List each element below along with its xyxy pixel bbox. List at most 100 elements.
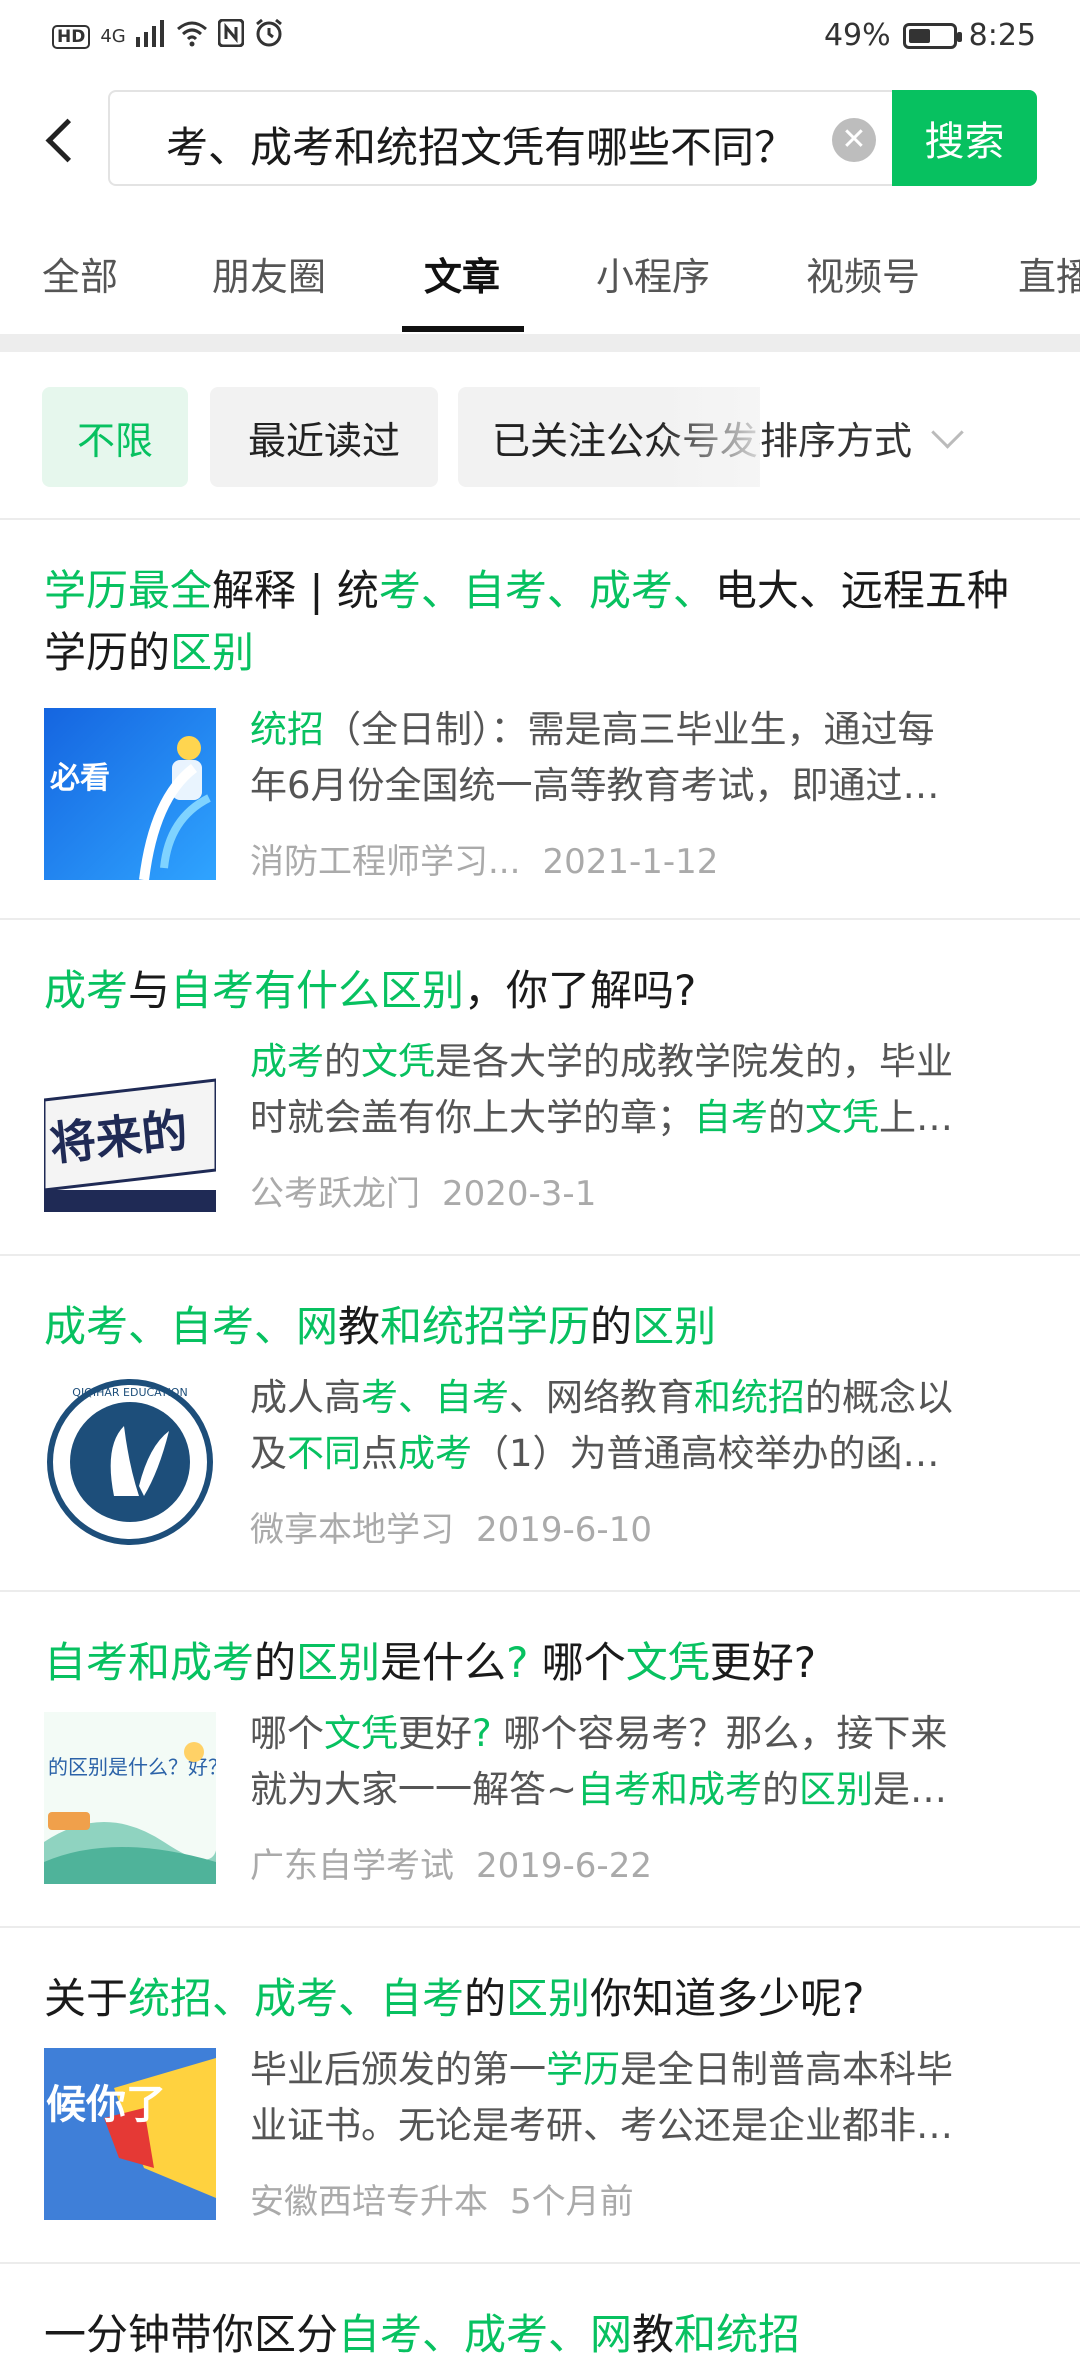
- section-divider: [0, 334, 1080, 352]
- text-segment: 的概念以: [805, 1376, 953, 1419]
- highlight-text: 和统招: [694, 1376, 805, 1419]
- result-source[interactable]: 微享本地学习: [250, 1510, 454, 1550]
- filter-chip-any[interactable]: 不限: [42, 387, 188, 487]
- result-date: 2021-1-12: [542, 842, 719, 882]
- highlight-text: 考、自考: [361, 1376, 509, 1419]
- snippet-line: 毕业后颁发的第一学历是全日制普高本科毕: [250, 2042, 1030, 2098]
- status-left: HD 4G: [52, 18, 284, 55]
- result-thumbnail: 必看: [44, 708, 216, 880]
- filter-chip-recently-read[interactable]: 最近读过: [210, 387, 438, 487]
- text-segment: 你知道多少呢?: [590, 1974, 865, 2023]
- text-segment: 一分钟带你区分: [44, 2310, 339, 2359]
- highlight-text: 文凭: [324, 1712, 398, 1755]
- result-title[interactable]: 成考与自考有什么区别，你了解吗?: [44, 960, 1034, 1022]
- text-segment: 与: [128, 966, 171, 1015]
- back-arrow-icon[interactable]: [30, 110, 90, 170]
- text-segment: （1）为普通高校举办的函…: [472, 1432, 940, 1475]
- result-date: 2019-6-10: [476, 1510, 652, 1550]
- highlight-text: 区别: [799, 1768, 874, 1811]
- network-4g-label: 4G: [100, 26, 126, 47]
- result-snippet: 成考的文凭是各大学的成教学院发的，毕业 时就会盖有你上大学的章；自考的文凭上…: [250, 1034, 1030, 1146]
- thumb-text: 候你了: [46, 2082, 166, 2128]
- text-segment: 关于: [44, 1974, 129, 2023]
- battery-icon: [902, 22, 962, 49]
- filter-chip-followed-accounts[interactable]: 已关注公众号发布: [458, 387, 778, 487]
- result-item[interactable]: 自考和成考的区别是什么? 哪个文凭更好? 的区别是什么？好？ 哪个文凭更好? 哪…: [0, 1590, 1080, 1928]
- text-segment: 的: [254, 1638, 297, 1687]
- result-item[interactable]: 成考与自考有什么区别，你了解吗? 将来的 成考的文凭是各大学的成教学院发的，毕业…: [0, 918, 1080, 1256]
- snippet-line: 年6月份全国统一高等教育考试，即通过…: [250, 758, 1030, 814]
- result-source[interactable]: 安徽西培专升本: [250, 2182, 488, 2222]
- highlight-text: ?: [506, 1638, 529, 1687]
- result-item[interactable]: 成考、自考、网教和统招学历的区别 QIQIHAR EDUCATION 成人高考、…: [0, 1254, 1080, 1592]
- search-input[interactable]: 考、成考和统招文凭有哪些不同？ ✕: [108, 90, 896, 186]
- result-source[interactable]: 公考跃龙门: [250, 1174, 420, 1214]
- result-meta: 广东自学考试 2019-6-22: [250, 1838, 652, 1887]
- result-snippet: 统招（全日制）：需是高三毕业生，通过每 年6月份全国统一高等教育考试，即通过…: [250, 702, 1030, 814]
- result-title[interactable]: 关于统招、成考、自考的区别你知道多少呢?: [44, 1968, 1034, 2030]
- tab-articles[interactable]: 文章: [424, 246, 500, 301]
- result-thumbnail: 的区别是什么？好？: [44, 1712, 216, 1884]
- result-meta: 安徽西培专升本 5个月前: [250, 2174, 634, 2223]
- tab-live[interactable]: 直播: [1018, 246, 1080, 301]
- highlight-text: 区别: [506, 1974, 591, 2023]
- highlight-text: 学历: [546, 2048, 620, 2091]
- text-segment: 的: [768, 1096, 805, 1139]
- result-date: 2020-3-1: [442, 1174, 597, 1214]
- result-item[interactable]: 学历最全解释 | 统考、自考、成考、电大、远程五种学历的区别 必看 统招（全日制…: [0, 518, 1080, 882]
- search-header: 考、成考和统招文凭有哪些不同？ ✕ 搜索: [0, 90, 1080, 190]
- result-snippet: 成人高考、自考、网络教育和统招的概念以 及不同点成考（1）为普通高校举办的函…: [250, 1370, 1030, 1482]
- result-title[interactable]: 一分钟带你区分自考、成考、网教和统招: [44, 2304, 1034, 2366]
- hd-badge: HD: [52, 24, 91, 49]
- highlight-text: 区别: [170, 628, 255, 677]
- result-item[interactable]: 一分钟带你区分自考、成考、网教和统招: [0, 2262, 1080, 2359]
- text-segment: 年6月份全国统一高等教育考试，即通过…: [250, 764, 940, 807]
- text-segment: 哪个: [528, 1638, 626, 1687]
- text-segment: 业证书。无论是考研、考公还是企业都非…: [250, 2104, 953, 2147]
- result-meta: 公考跃龙门 2020-3-1: [250, 1166, 596, 1215]
- highlight-text: 自考和成考: [44, 1638, 255, 1687]
- text-segment: 及: [250, 1432, 287, 1475]
- result-source[interactable]: 消防工程师学习...: [250, 842, 520, 882]
- text-segment: ，你了解吗?: [464, 966, 697, 1015]
- result-title[interactable]: 成考、自考、网教和统招学历的区别: [44, 1296, 1034, 1358]
- tab-mini-programs[interactable]: 小程序: [596, 246, 710, 301]
- highlight-text: 自考和成考: [577, 1768, 763, 1811]
- result-source[interactable]: 广东自学考试: [250, 1846, 454, 1886]
- text-segment: 就为大家一一解答~: [250, 1768, 578, 1811]
- snippet-line: 成考的文凭是各大学的成教学院发的，毕业: [250, 1034, 1030, 1090]
- chevron-down-icon: [931, 415, 964, 449]
- result-title[interactable]: 自考和成考的区别是什么? 哪个文凭更好?: [44, 1632, 1034, 1694]
- clear-icon[interactable]: ✕: [832, 118, 876, 162]
- highlight-text: 成考: [44, 966, 129, 1015]
- snippet-line: 时就会盖有你上大学的章；自考的文凭上…: [250, 1090, 1030, 1146]
- highlight-text: 学历最全: [44, 566, 213, 615]
- text-segment: 的: [762, 1768, 800, 1811]
- nfc-icon: [217, 18, 245, 54]
- result-title[interactable]: 学历最全解释 | 统考、自考、成考、电大、远程五种学历的区别: [44, 560, 1034, 684]
- text-segment: 教: [338, 1302, 381, 1351]
- sort-dropdown[interactable]: 排序方式: [760, 387, 1080, 487]
- highlight-text: 自考: [694, 1096, 768, 1139]
- snippet-line: 就为大家一一解答~自考和成考的区别是…: [250, 1762, 1030, 1818]
- text-segment: 的: [464, 1974, 507, 2023]
- result-snippet: 毕业后颁发的第一学历是全日制普高本科毕 业证书。无论是考研、考公还是企业都非…: [250, 2042, 1030, 2154]
- tab-all[interactable]: 全部: [42, 246, 118, 301]
- tab-channels[interactable]: 视频号: [806, 246, 920, 301]
- text-segment: 点: [361, 1432, 398, 1475]
- highlight-text: 区别: [632, 1302, 717, 1351]
- tab-moments[interactable]: 朋友圈: [212, 246, 326, 301]
- status-right: 49% 8:25: [824, 18, 1036, 53]
- text-segment: 教: [632, 2310, 675, 2359]
- result-thumbnail: QIQIHAR EDUCATION: [44, 1376, 216, 1548]
- search-button[interactable]: 搜索: [892, 90, 1037, 186]
- search-query-text[interactable]: 考、成考和统招文凭有哪些不同？: [166, 114, 796, 175]
- text-segment: （全日制）：需是高三毕业生，通过每: [324, 708, 935, 751]
- result-item[interactable]: 关于统招、成考、自考的区别你知道多少呢? 候你了 毕业后颁发的第一学历是全日制普…: [0, 1926, 1080, 2264]
- text-segment: 的: [590, 1302, 633, 1351]
- highlight-text: 统招: [250, 708, 324, 751]
- status-bar: HD 4G 49% 8:25: [0, 0, 1080, 78]
- text-segment: 是…: [873, 1768, 948, 1811]
- alarm-icon: [254, 18, 284, 55]
- text-segment: 解释 | 统: [212, 566, 379, 615]
